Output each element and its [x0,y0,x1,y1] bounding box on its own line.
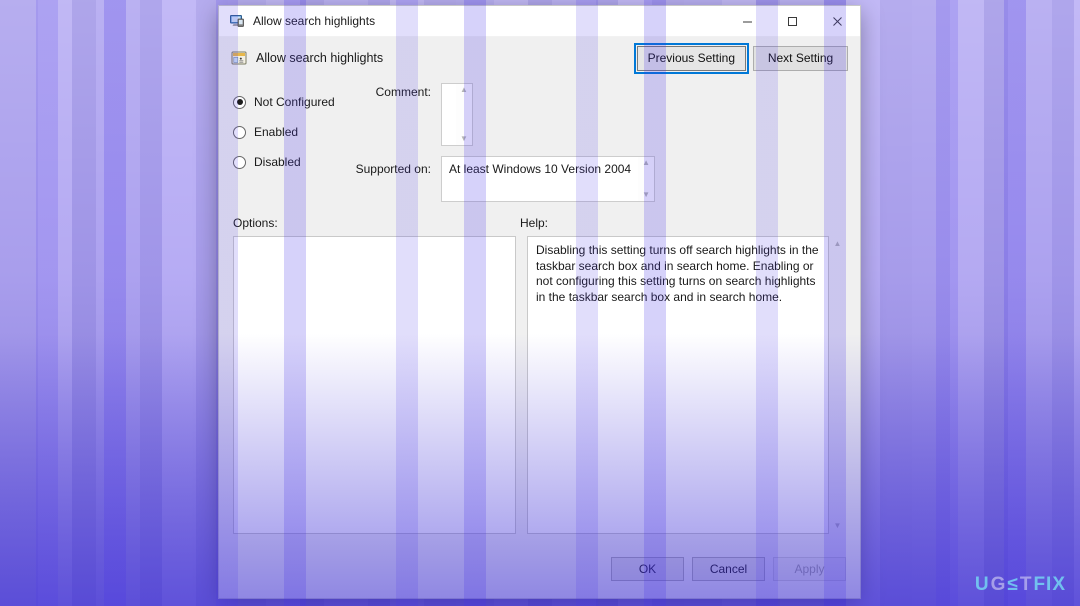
comment-scroll-up-icon[interactable]: ▲ [460,86,468,94]
panel-labels-row: Options: Help: [233,202,846,236]
policy-setting-icon [231,50,247,66]
monitor-icon [229,13,245,29]
radio-indicator-enabled [233,125,246,139]
radio-enabled[interactable]: Enabled [233,117,355,147]
dialog-footer: OK Cancel Apply [219,546,860,598]
radio-disabled[interactable]: Disabled [233,147,355,177]
watermark-part-fix: FIX [1033,574,1066,595]
minimize-button[interactable] [725,6,770,36]
options-panel[interactable] [233,236,516,534]
comment-row: Comment: ▲ ▼ [355,83,846,156]
supported-on-label: Supported on: [355,162,431,176]
radio-indicator-disabled [233,155,246,169]
radio-not-configured[interactable]: Not Configured [233,87,355,117]
panels-row: Disabling this setting turns off search … [233,236,846,546]
supported-on-scrollbar[interactable]: ▲ ▼ [638,157,655,201]
dialog-body: Not Configured Enabled Disabled Comment: [219,79,860,546]
group-policy-setting-dialog: Allow search highlights Allow search hig… [219,6,860,598]
help-scroll-up-icon[interactable]: ▲ [834,240,842,248]
supported-on-scroll-up-icon[interactable]: ▲ [642,159,650,167]
setting-nav-buttons: Previous Setting Next Setting [633,42,848,74]
setting-header: Allow search highlights Previous Setting… [219,37,860,79]
comment-label: Comment: [375,85,431,99]
apply-button: Apply [773,557,846,581]
watermark-part-t: T [1019,574,1033,595]
radio-label-not-configured: Not Configured [254,95,335,109]
ok-button[interactable]: OK [611,557,684,581]
radio-label-disabled: Disabled [254,155,301,169]
maximize-button[interactable] [770,6,815,36]
window-title: Allow search highlights [253,14,376,28]
title-bar: Allow search highlights [219,6,860,37]
comment-input[interactable]: ▲ ▼ [441,83,473,146]
comment-value [442,84,456,145]
supported-on-input[interactable]: At least Windows 10 Version 2004 ▲ ▼ [441,156,656,202]
state-radio-group: Not Configured Enabled Disabled [233,83,355,202]
state-and-fields-row: Not Configured Enabled Disabled Comment: [233,79,846,202]
window-controls [725,6,860,36]
watermark-part-g: G [990,574,1007,595]
help-scrollbar[interactable]: ▲ ▼ [829,236,846,534]
help-scroll-down-icon[interactable]: ▼ [834,522,842,530]
cancel-button[interactable]: Cancel [692,557,765,581]
watermark-part-arrow: ≤ [1007,574,1019,595]
comment-scroll-down-icon[interactable]: ▼ [460,135,468,143]
help-area: Disabling this setting turns off search … [527,236,846,534]
watermark-part-u: U [974,574,990,595]
close-button[interactable] [815,6,860,36]
radio-label-enabled: Enabled [254,125,299,139]
radio-indicator-not-configured [233,95,246,109]
desktop-background: U G ≤ T FIX Allow search highlights Allo… [0,0,1080,606]
help-label: Help: [520,216,549,230]
site-watermark: U G ≤ T FIX [975,574,1066,596]
supported-on-row: Supported on: At least Windows 10 Versio… [355,156,846,202]
setting-title: Allow search highlights [256,51,384,65]
supported-on-value: At least Windows 10 Version 2004 [449,162,632,176]
supported-on-scroll-down-icon[interactable]: ▼ [642,191,650,199]
next-setting-button[interactable]: Next Setting [753,45,848,71]
comment-supported-fields: Comment: ▲ ▼ Supported on: At least Wind… [355,83,846,202]
options-label: Options: [233,216,278,230]
help-text: Disabling this setting turns off search … [527,236,829,534]
previous-setting-button[interactable]: Previous Setting [633,42,750,74]
comment-scrollbar[interactable]: ▲ ▼ [456,84,472,145]
